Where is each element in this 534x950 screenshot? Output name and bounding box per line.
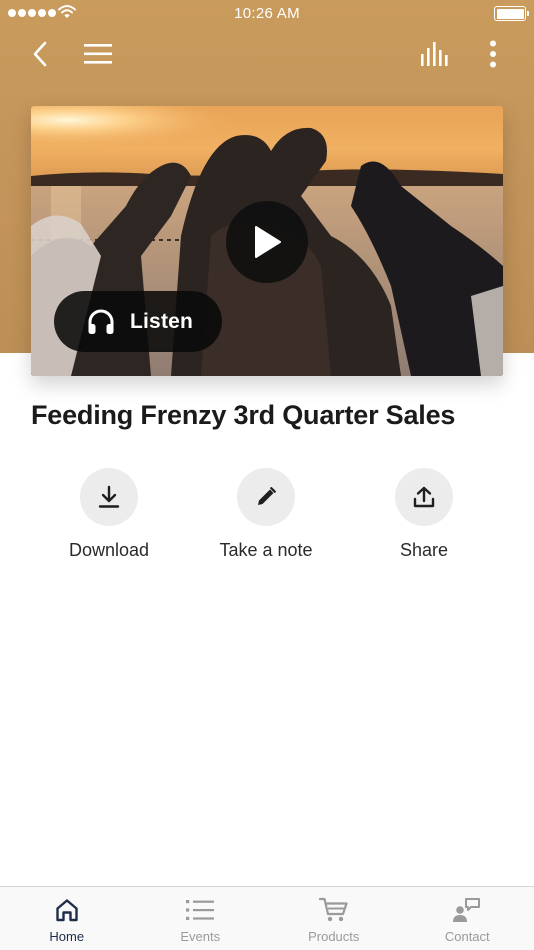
tab-contact-label: Contact	[444, 929, 490, 944]
listen-button[interactable]: Listen	[54, 291, 222, 352]
cart-icon	[318, 897, 348, 922]
tab-home-label: Home	[49, 929, 85, 944]
take-note-button[interactable]: Take a note	[181, 468, 351, 561]
tab-bar: Home Events Products Contact	[0, 886, 534, 950]
status-bar: 10:26 AM	[0, 0, 534, 28]
share-label: Share	[399, 540, 449, 560]
tab-home[interactable]: Home	[0, 887, 134, 950]
home-icon	[56, 899, 78, 922]
tab-products[interactable]: Products	[267, 887, 401, 950]
pencil-icon	[258, 487, 276, 505]
tab-events[interactable]: Events	[134, 887, 268, 950]
more-options-button[interactable]	[478, 34, 508, 74]
download-button[interactable]: Download	[24, 468, 194, 561]
more-vertical-icon	[490, 40, 496, 68]
share-icon	[413, 486, 435, 508]
hamburger-menu-icon	[84, 44, 112, 64]
back-button[interactable]	[22, 34, 58, 74]
list-icon	[186, 900, 215, 920]
chevron-left-icon	[33, 41, 47, 67]
download-icon-circle	[80, 468, 138, 526]
note-icon-circle	[237, 468, 295, 526]
headphones-icon	[88, 309, 114, 334]
download-label: Download	[68, 540, 150, 560]
listen-label: Listen	[130, 309, 194, 333]
download-icon	[98, 485, 120, 508]
status-time: 10:26 AM	[234, 5, 300, 22]
menu-button[interactable]	[78, 36, 118, 72]
play-button[interactable]	[226, 201, 308, 283]
tab-contact[interactable]: Contact	[401, 887, 534, 950]
equalizer-icon	[421, 42, 448, 66]
tab-products-label: Products	[308, 929, 360, 944]
equalizer-button[interactable]	[416, 36, 456, 72]
tab-events-label: Events	[180, 929, 221, 944]
share-button[interactable]: Share	[339, 468, 509, 561]
contact-icon	[453, 898, 481, 922]
take-note-label: Take a note	[219, 540, 313, 560]
play-icon	[255, 226, 281, 258]
share-icon-circle	[395, 468, 453, 526]
battery-icon	[494, 6, 529, 21]
page-title: Feeding Frenzy 3rd Quarter Sales	[31, 400, 456, 430]
media-card: Listen	[31, 106, 503, 376]
